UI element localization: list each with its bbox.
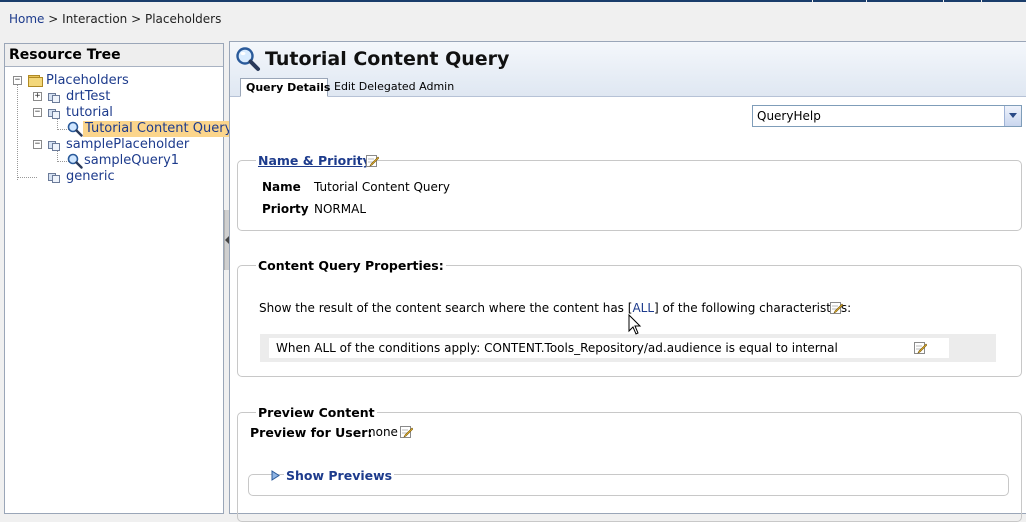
- edit-pencil-icon[interactable]: [366, 154, 379, 167]
- query-help-select[interactable]: QueryHelp: [752, 105, 1022, 127]
- tree-item-generic[interactable]: generic: [5, 169, 223, 185]
- priority-value: NORMAL: [314, 202, 367, 216]
- edit-pencil-icon[interactable]: [400, 425, 413, 438]
- breadcrumb: Home > Interaction > Placeholders: [9, 12, 221, 26]
- content-query-legend: Content Query Properties:: [256, 258, 446, 273]
- tree-item-tutorial[interactable]: − tutorial: [5, 105, 223, 121]
- name-label: Name: [262, 180, 301, 194]
- tree-item-tutorial-content-query[interactable]: Tutorial Content Query: [5, 121, 235, 137]
- window-top-border: [0, 0, 1026, 2]
- mouse-cursor-icon: [628, 314, 642, 335]
- tree-item-label[interactable]: samplePlaceholder: [66, 137, 189, 153]
- tree-item-label[interactable]: Tutorial Content Query: [83, 121, 235, 137]
- collapse-icon[interactable]: −: [33, 140, 42, 149]
- match-all-link[interactable]: ALL: [632, 301, 654, 315]
- show-previews-link[interactable]: Show Previews: [284, 468, 395, 483]
- placeholder-icon: [48, 91, 61, 103]
- collapse-icon[interactable]: −: [13, 76, 22, 85]
- sentence-prefix: Show the result of the content search wh…: [259, 301, 633, 315]
- name-priority-legend[interactable]: Name & Priority: [256, 153, 373, 168]
- placeholder-icon: [48, 107, 61, 119]
- tree-item-label[interactable]: Placeholders: [46, 73, 129, 89]
- expand-icon[interactable]: +: [33, 92, 42, 101]
- breadcrumb-separator: >: [48, 12, 59, 26]
- priority-label: Priorty: [262, 202, 309, 216]
- preview-user-value: none: [368, 425, 398, 439]
- tree-item-drttest[interactable]: + drtTest: [5, 89, 223, 105]
- resource-tree-panel: Resource Tree − Placeholders + drtTest −…: [4, 43, 235, 514]
- expand-arrow-icon[interactable]: [271, 470, 280, 481]
- tab-query-details[interactable]: Query Details: [240, 78, 330, 97]
- chevron-down-icon[interactable]: [1004, 106, 1021, 126]
- breadcrumb-separator: >: [131, 12, 142, 26]
- collapse-icon[interactable]: −: [33, 108, 42, 117]
- tab-edit-delegated-admin[interactable]: Edit Delegated Admin: [329, 78, 459, 97]
- tree-item-sampleplaceholder[interactable]: − samplePlaceholder: [5, 137, 223, 153]
- folder-icon: [28, 75, 44, 87]
- magnifier-icon: [67, 121, 83, 137]
- breadcrumb-interaction[interactable]: Interaction: [62, 12, 127, 26]
- placeholder-icon: [48, 171, 61, 183]
- preview-content-legend: Preview Content: [256, 405, 377, 420]
- name-value: Tutorial Content Query: [314, 180, 450, 194]
- breadcrumb-placeholders: Placeholders: [144, 12, 222, 26]
- breadcrumb-home[interactable]: Home: [9, 12, 44, 26]
- query-help-select-value: QueryHelp: [757, 109, 821, 123]
- placeholder-icon: [48, 139, 61, 151]
- edit-pencil-icon[interactable]: [914, 341, 927, 354]
- tree-item-samplequery1[interactable]: sampleQuery1: [5, 153, 223, 169]
- magnifier-icon: [236, 47, 260, 71]
- edit-pencil-icon[interactable]: [830, 301, 843, 314]
- content-query-sentence: Show the result of the content search wh…: [259, 301, 851, 315]
- preview-user-label: Preview for User:: [250, 425, 373, 440]
- tree-item-label[interactable]: sampleQuery1: [84, 153, 179, 169]
- page-title: Tutorial Content Query: [265, 48, 510, 70]
- name-priority-section: Name & Priority Name Tutorial Content Qu…: [237, 153, 1022, 231]
- tree-item-placeholders[interactable]: − Placeholders: [5, 73, 223, 89]
- tree-item-label[interactable]: tutorial: [66, 105, 113, 121]
- tree-item-label[interactable]: generic: [66, 169, 115, 185]
- main-header: Tutorial Content Query Query Details Edi…: [230, 42, 1026, 97]
- magnifier-icon: [67, 153, 83, 169]
- tree-item-label[interactable]: drtTest: [66, 89, 110, 105]
- condition-row: When ALL of the conditions apply: CONTEN…: [269, 338, 949, 358]
- main-panel: Tutorial Content Query Query Details Edi…: [229, 41, 1026, 522]
- resource-tree-header: Resource Tree: [5, 44, 223, 67]
- sentence-suffix: ] of the following characteristics:: [654, 301, 852, 315]
